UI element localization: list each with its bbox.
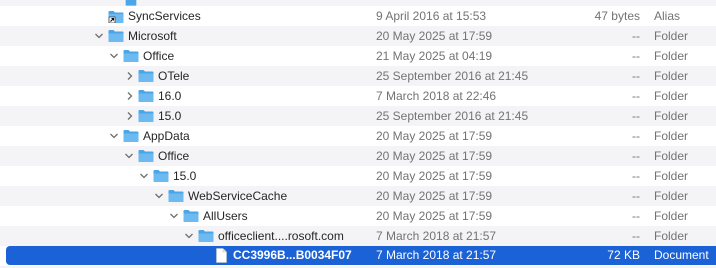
date-modified: 7 March 2018 at 21:57 — [376, 229, 497, 243]
file-name: 15.0 — [173, 169, 197, 183]
chevron-down-icon[interactable] — [168, 206, 180, 226]
file-kind: Alias — [654, 9, 681, 23]
file-kind: Folder — [654, 69, 689, 83]
chevron-down-icon[interactable] — [153, 186, 165, 206]
file-row-appdata[interactable]: AppData 20 May 2025 at 17:59 -- Folder — [0, 126, 716, 146]
file-size: -- — [632, 29, 640, 43]
file-size: -- — [632, 149, 640, 163]
file-row-otele[interactable]: OTele 25 September 2016 at 21:45 -- Fold… — [0, 66, 716, 86]
file-row-cc3996b-selected[interactable]: CC3996B...B0034F07 7 March 2018 at 21:57… — [6, 246, 716, 265]
folder-icon — [107, 28, 125, 43]
chevron-right-icon[interactable] — [124, 86, 136, 106]
date-modified: 25 September 2016 at 21:45 — [376, 109, 529, 123]
folder-icon — [122, 128, 140, 143]
file-name: AppData — [143, 129, 190, 143]
chevron-down-icon[interactable] — [138, 166, 150, 186]
file-name: Office — [143, 49, 175, 63]
file-kind: Folder — [654, 209, 689, 223]
file-size: -- — [632, 109, 640, 123]
file-kind: Folder — [654, 89, 689, 103]
chevron-right-icon[interactable] — [124, 106, 136, 126]
folder-icon — [137, 68, 155, 83]
date-modified: 21 May 2025 at 04:19 — [376, 49, 493, 63]
file-row-officeclient[interactable]: officeclient....rosoft.com 7 March 2018 … — [0, 226, 716, 246]
alias-icon — [107, 8, 125, 23]
file-name: AllUsers — [203, 209, 248, 223]
file-row-allusers[interactable]: AllUsers 20 May 2025 at 17:59 -- Folder — [0, 206, 716, 226]
folder-icon — [182, 208, 200, 223]
file-kind: Folder — [654, 149, 689, 163]
file-name: CC3996B...B0034F07 — [233, 248, 352, 262]
date-modified: 7 March 2018 at 22:46 — [376, 89, 497, 103]
date-modified: 20 May 2025 at 17:59 — [376, 189, 493, 203]
chevron-down-icon[interactable] — [108, 126, 120, 146]
file-kind: Folder — [654, 129, 689, 143]
date-modified: 7 March 2018 at 21:57 — [376, 248, 497, 262]
folder-icon — [137, 148, 155, 163]
file-kind: Folder — [654, 229, 689, 243]
file-size: -- — [632, 69, 640, 83]
document-icon — [212, 248, 230, 263]
folder-icon — [122, 48, 140, 63]
file-size: -- — [632, 209, 640, 223]
file-row-15-0[interactable]: 15.0 25 September 2016 at 21:45 -- Folde… — [0, 106, 716, 126]
folder-icon — [152, 168, 170, 183]
file-kind: Folder — [654, 29, 689, 43]
file-kind: Folder — [654, 169, 689, 183]
chevron-down-icon[interactable] — [183, 226, 195, 246]
chevron-down-icon[interactable] — [108, 46, 120, 66]
file-row-office-appdata[interactable]: Office 20 May 2025 at 17:59 -- Folder — [0, 146, 716, 166]
date-modified: 20 May 2025 at 17:59 — [376, 29, 493, 43]
file-row-15-0-appdata[interactable]: 15.0 20 May 2025 at 17:59 -- Folder — [0, 166, 716, 186]
date-modified: 20 May 2025 at 17:59 — [376, 209, 493, 223]
file-size: -- — [632, 49, 640, 63]
file-size: -- — [632, 89, 640, 103]
file-name: 16.0 — [158, 89, 182, 103]
file-row-16-0[interactable]: 16.0 7 March 2018 at 22:46 -- Folder — [0, 86, 716, 106]
file-size: 72 KB — [607, 248, 640, 262]
folder-icon — [197, 228, 215, 243]
folder-icon — [137, 108, 155, 123]
date-modified: 20 May 2025 at 17:59 — [376, 169, 493, 183]
file-name: WebServiceCache — [188, 189, 288, 203]
file-size: -- — [632, 169, 640, 183]
file-kind: Document — [654, 248, 709, 262]
file-name: OTele — [158, 69, 190, 83]
folder-icon — [137, 88, 155, 103]
chevron-right-icon[interactable] — [124, 66, 136, 86]
date-modified: 9 April 2016 at 15:53 — [376, 9, 487, 23]
file-size: -- — [632, 129, 640, 143]
file-row-syncservices[interactable]: SyncServices 9 April 2016 at 15:53 47 by… — [0, 6, 716, 26]
file-row-office[interactable]: Office 21 May 2025 at 04:19 -- Folder — [0, 46, 716, 66]
file-name: SyncServices — [128, 9, 201, 23]
file-row-microsoft[interactable]: Microsoft 20 May 2025 at 17:59 -- Folder — [0, 26, 716, 46]
file-name: 15.0 — [158, 109, 182, 123]
file-kind: Folder — [654, 189, 689, 203]
file-size: -- — [632, 189, 640, 203]
folder-icon — [167, 188, 185, 203]
file-kind: Folder — [654, 109, 689, 123]
chevron-down-icon[interactable] — [93, 26, 105, 46]
chevron-down-icon[interactable] — [123, 146, 135, 166]
date-modified: 20 May 2025 at 17:59 — [376, 149, 493, 163]
file-size: 47 bytes — [594, 9, 640, 23]
file-list: SyncServices 9 April 2016 at 15:53 47 by… — [0, 0, 716, 268]
file-name: officeclient....rosoft.com — [218, 229, 344, 243]
file-size: -- — [632, 229, 640, 243]
file-kind: Folder — [654, 49, 689, 63]
file-row-webservicecache[interactable]: WebServiceCache 20 May 2025 at 17:59 -- … — [0, 186, 716, 206]
date-modified: 25 September 2016 at 21:45 — [376, 69, 529, 83]
file-name: Microsoft — [128, 29, 177, 43]
file-name: Office — [158, 149, 190, 163]
date-modified: 20 May 2025 at 17:59 — [376, 129, 493, 143]
